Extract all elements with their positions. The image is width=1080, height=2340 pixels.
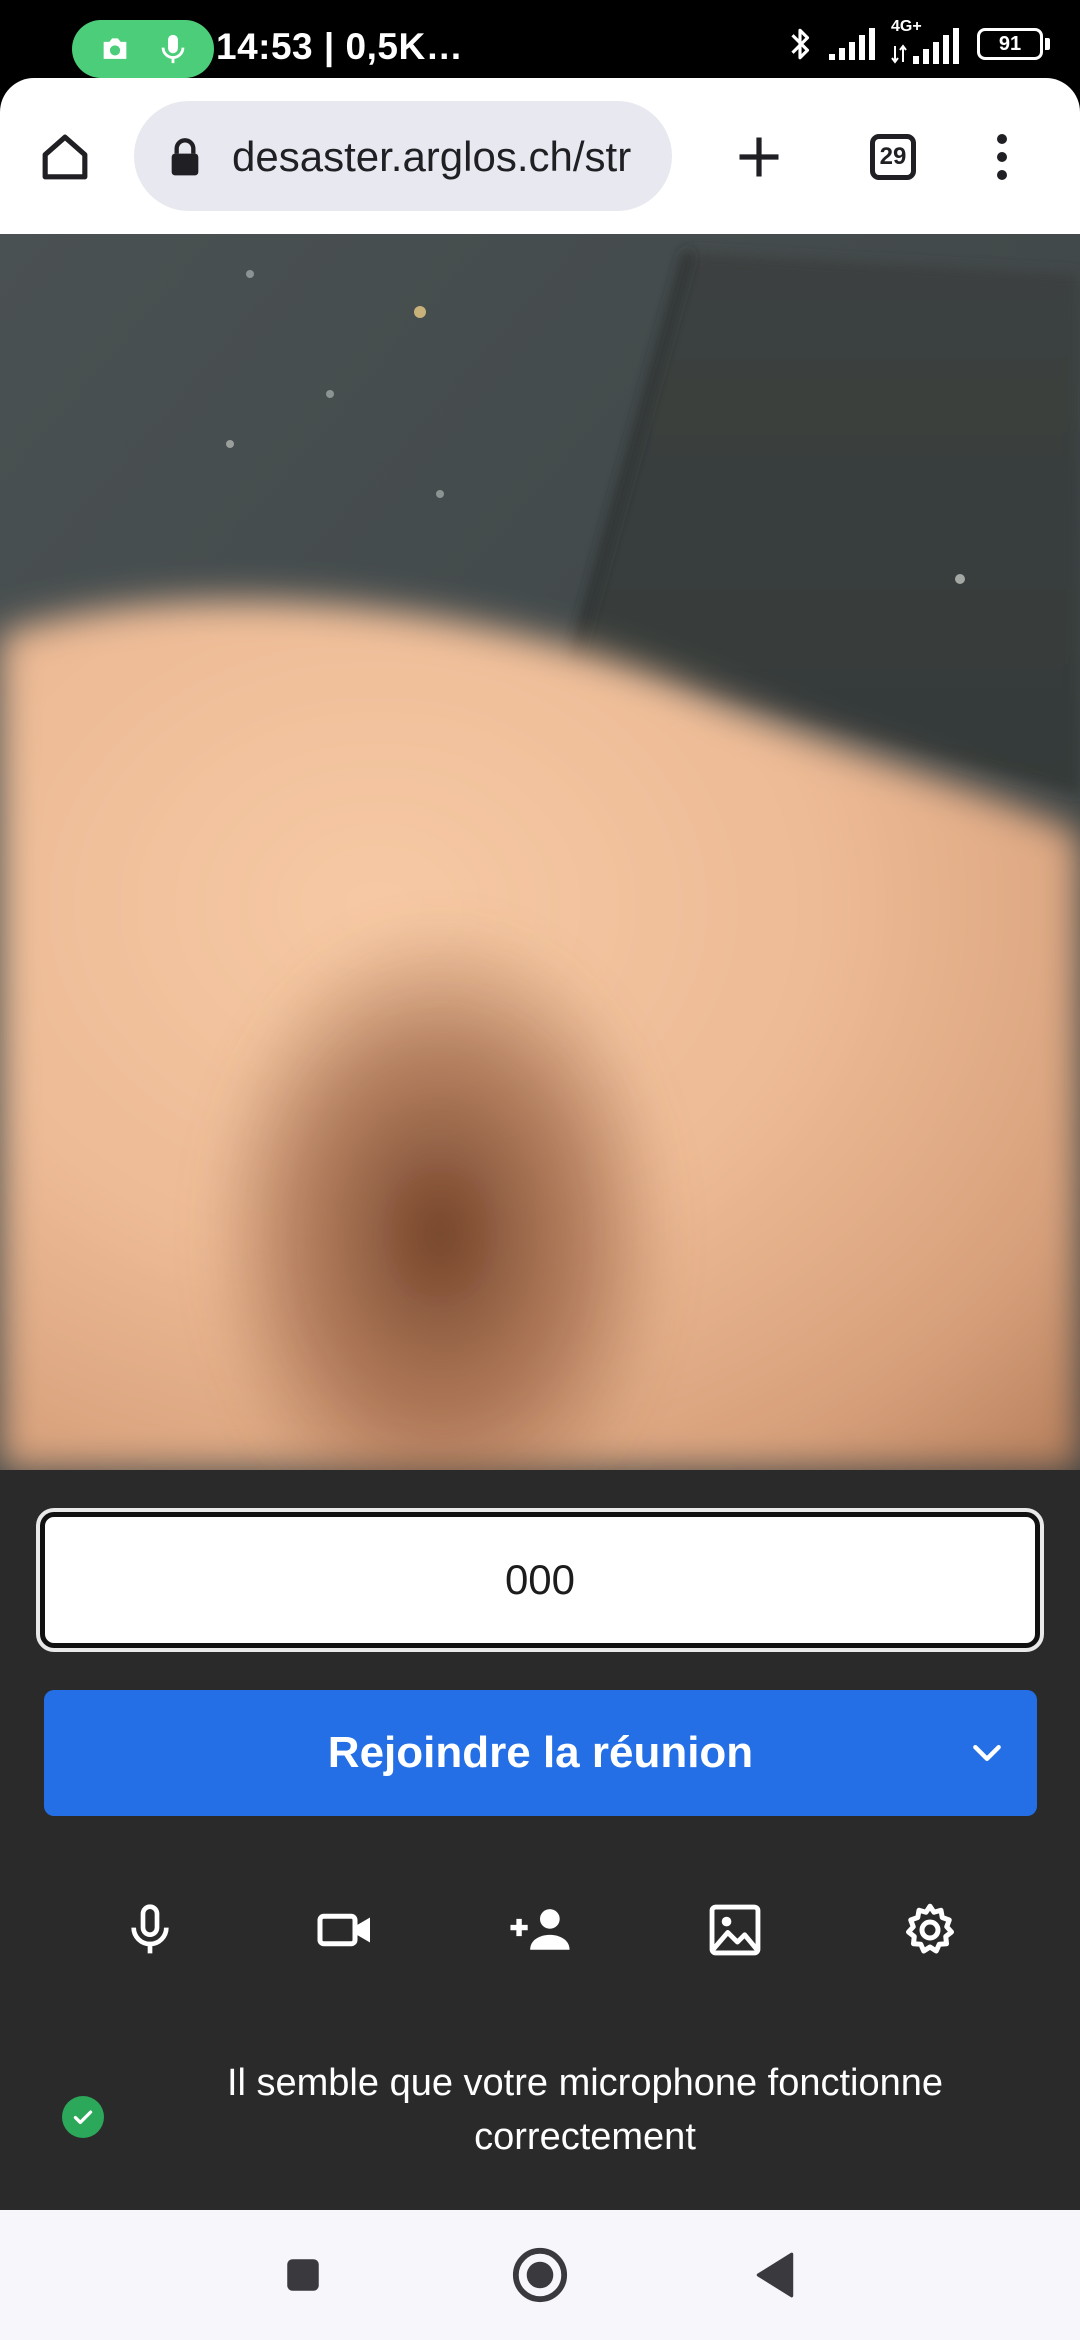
mobile-data-signal: 4G+ (891, 18, 965, 66)
chevron-down-icon (973, 1745, 1001, 1761)
camera-icon (103, 38, 127, 59)
camera-icon (317, 1913, 370, 1947)
microphone-icon (131, 1904, 169, 1954)
camera-preview-image (0, 234, 1080, 1470)
more-menu-icon (997, 134, 1007, 180)
home-circle-icon (512, 2247, 568, 2303)
more-menu-button[interactable] (982, 122, 1022, 192)
join-meeting-button[interactable]: Rejoindre la réunion (44, 1690, 1037, 1816)
camera-toggle[interactable] (305, 1890, 385, 1970)
microphone-toggle[interactable] (110, 1890, 190, 1970)
microphone-status-text: Il semble que votre microphone fonctionn… (226, 2062, 944, 2158)
home-nav-button[interactable] (510, 2245, 570, 2305)
background-image-icon (709, 1904, 761, 1956)
battery-icon: 91 (977, 28, 1043, 60)
back-button[interactable] (745, 2245, 805, 2305)
settings-gear-icon (906, 1903, 954, 1954)
signal-strength-icon (829, 28, 875, 60)
prejoin-panel: Rejoindre la réunion (0, 1470, 1080, 2210)
address-bar[interactable]: desaster.arglos.ch/str (134, 101, 672, 211)
recents-button[interactable] (273, 2245, 333, 2305)
status-bar: 14:53 | 0,5K… 4G+ 91 (0, 0, 1080, 78)
new-tab-icon (739, 137, 779, 177)
display-name-input[interactable] (36, 1508, 1044, 1652)
new-tab-button[interactable] (724, 122, 794, 192)
signal-bars-icon (891, 28, 959, 64)
virtual-background-button[interactable] (695, 1890, 775, 1970)
checkmark-icon (73, 2110, 93, 2125)
status-time: 14:53 | 0,5K… (216, 26, 464, 67)
join-meeting-label: Rejoindre la réunion (327, 1728, 754, 1777)
invite-person-icon (510, 1909, 570, 1950)
camera-preview (0, 234, 1080, 1470)
url-text: desaster.arglos.ch/str (232, 133, 632, 180)
microphone-icon (161, 34, 185, 64)
invite-button[interactable] (500, 1890, 580, 1970)
device-toolbar (0, 1870, 1080, 1990)
battery-indicator: 91 (977, 28, 1050, 60)
battery-tip (1045, 38, 1050, 50)
settings-button[interactable] (890, 1890, 970, 1970)
bluetooth-icon (791, 28, 810, 60)
recording-indicator[interactable] (72, 20, 214, 78)
tab-switcher-button[interactable]: 29 (858, 132, 928, 182)
home-button[interactable] (30, 122, 100, 192)
tab-switcher-icon: 29 (870, 134, 916, 180)
lock-icon (171, 138, 199, 176)
status-icons: 4G+ 91 (785, 18, 1050, 66)
join-options-dropdown[interactable] (957, 1723, 1017, 1783)
check-circle-icon (62, 2096, 104, 2138)
microphone-status: Il semble que votre microphone fonctionn… (0, 2040, 1080, 2180)
recents-square-icon (287, 2259, 319, 2291)
home-icon (42, 134, 88, 180)
browser-toolbar: desaster.arglos.ch/str 29 (0, 78, 1080, 234)
system-navigation-bar (0, 2210, 1080, 2340)
back-triangle-icon (756, 2252, 794, 2298)
